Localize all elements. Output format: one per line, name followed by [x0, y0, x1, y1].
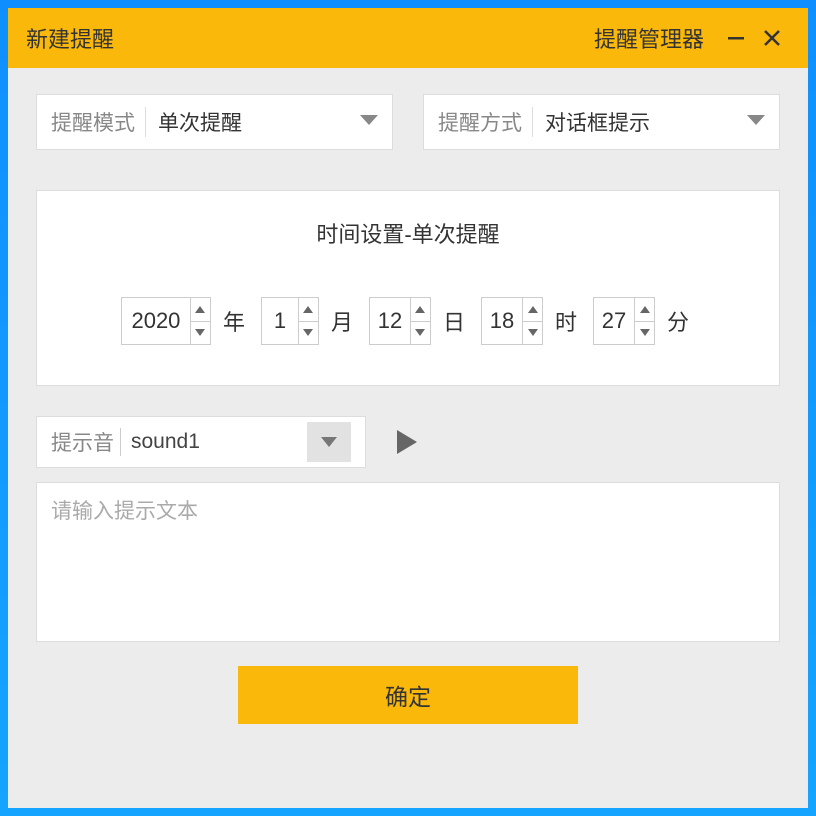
- chevron-down-icon: [360, 113, 378, 131]
- sound-label: 提示音: [51, 427, 114, 457]
- chevron-down-icon: [528, 329, 538, 336]
- chevron-up-icon: [640, 306, 650, 313]
- window-title: 新建提醒: [26, 22, 114, 54]
- chevron-down-icon: [321, 437, 337, 447]
- play-sound-button[interactable]: [386, 422, 426, 462]
- minute-up-button[interactable]: [635, 298, 654, 322]
- chevron-down-icon: [415, 329, 425, 336]
- minute-down-button[interactable]: [635, 322, 654, 345]
- chevron-up-icon: [528, 306, 538, 313]
- minute-value: 27: [594, 308, 634, 334]
- chevron-down-icon: [195, 329, 205, 336]
- close-icon: [762, 28, 782, 48]
- hour-unit: 时: [555, 305, 577, 337]
- method-value: 对话框提示: [545, 107, 747, 137]
- minimize-icon: [726, 28, 746, 48]
- mode-label: 提醒模式: [51, 107, 135, 137]
- mode-value: 单次提醒: [158, 107, 360, 137]
- minute-stepper[interactable]: 27: [593, 297, 655, 345]
- sound-row: 提示音 sound1: [36, 416, 780, 468]
- hour-stepper[interactable]: 18: [481, 297, 543, 345]
- sound-select[interactable]: 提示音 sound1: [36, 416, 366, 468]
- chevron-down-icon: [747, 113, 765, 131]
- sound-dropdown-button[interactable]: [307, 422, 351, 462]
- hour-down-button[interactable]: [523, 322, 542, 345]
- chevron-up-icon: [195, 306, 205, 313]
- month-stepper[interactable]: 1: [261, 297, 319, 345]
- year-up-button[interactable]: [191, 298, 210, 322]
- month-unit: 月: [331, 305, 353, 337]
- year-down-button[interactable]: [191, 322, 210, 345]
- day-value: 12: [370, 308, 410, 334]
- day-unit: 日: [443, 305, 465, 337]
- hour-value: 18: [482, 308, 522, 334]
- ok-button[interactable]: 确定: [238, 666, 578, 724]
- minute-unit: 分: [667, 305, 689, 337]
- chevron-up-icon: [303, 306, 313, 313]
- reminder-manager-link[interactable]: 提醒管理器: [594, 22, 704, 54]
- day-stepper[interactable]: 12: [369, 297, 431, 345]
- play-icon: [395, 430, 417, 454]
- datetime-row: 2020 年 1 月 12: [57, 297, 759, 345]
- year-unit: 年: [223, 305, 245, 337]
- mode-select[interactable]: 提醒模式 单次提醒: [36, 94, 393, 150]
- time-panel-title: 时间设置-单次提醒: [57, 217, 759, 249]
- month-down-button[interactable]: [299, 322, 318, 345]
- time-settings-panel: 时间设置-单次提醒 2020 年 1 月: [36, 190, 780, 386]
- top-selects-row: 提醒模式 单次提醒 提醒方式 对话框提示: [36, 94, 780, 150]
- hour-up-button[interactable]: [523, 298, 542, 322]
- year-stepper[interactable]: 2020: [121, 297, 211, 345]
- content: 提醒模式 单次提醒 提醒方式 对话框提示 时间设置-单次提醒 2020: [8, 68, 808, 808]
- chevron-down-icon: [303, 329, 313, 336]
- sound-value: sound1: [131, 430, 307, 454]
- window: 新建提醒 提醒管理器 提醒模式 单次提醒: [8, 8, 808, 808]
- chevron-down-icon: [640, 329, 650, 336]
- method-label: 提醒方式: [438, 107, 522, 137]
- year-value: 2020: [122, 308, 190, 334]
- method-select[interactable]: 提醒方式 对话框提示: [423, 94, 780, 150]
- footer: 确定: [36, 666, 780, 744]
- day-up-button[interactable]: [411, 298, 430, 322]
- month-value: 1: [262, 308, 298, 334]
- minimize-button[interactable]: [718, 20, 754, 56]
- month-up-button[interactable]: [299, 298, 318, 322]
- chevron-up-icon: [415, 306, 425, 313]
- close-button[interactable]: [754, 20, 790, 56]
- day-down-button[interactable]: [411, 322, 430, 345]
- prompt-text-input[interactable]: [36, 482, 780, 642]
- titlebar: 新建提醒 提醒管理器: [8, 8, 808, 68]
